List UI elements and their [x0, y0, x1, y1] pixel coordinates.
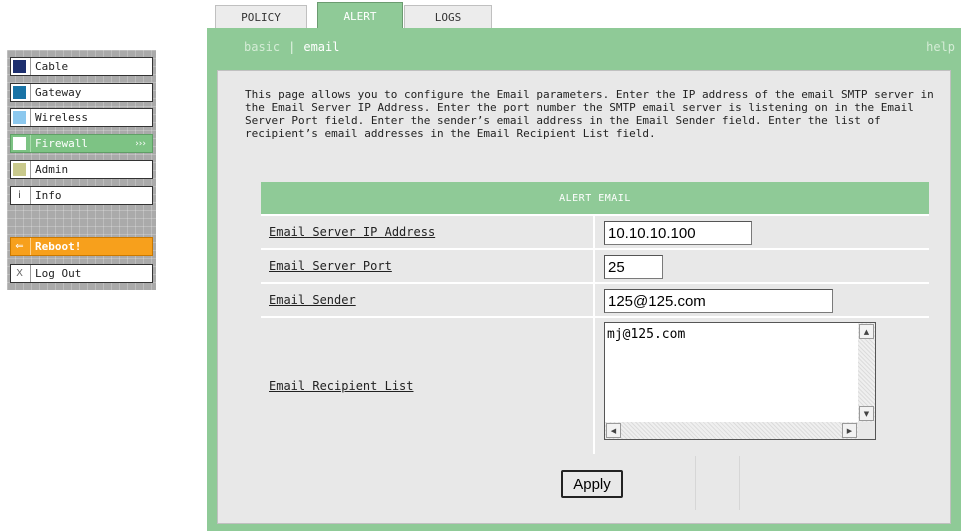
info-icon: i: [18, 190, 21, 201]
nav-item-firewall[interactable]: Firewall ›››: [10, 134, 153, 153]
help-link[interactable]: help: [926, 40, 955, 54]
vertical-scrollbar[interactable]: ▲ ▼: [858, 323, 875, 422]
recipient-list-text: mj@125.com: [607, 327, 686, 342]
table-cell: [595, 284, 929, 316]
scroll-up-icon[interactable]: ▲: [859, 324, 874, 339]
email-sender-input[interactable]: [604, 289, 833, 313]
tab-logs[interactable]: LOGS: [404, 5, 492, 28]
table-row: Email Server IP Address: [261, 216, 593, 248]
button-row: Apply: [261, 456, 929, 510]
firewall-square-icon: [13, 137, 26, 150]
email-server-ip-input[interactable]: [604, 221, 752, 245]
nav-label: Firewall: [30, 135, 135, 152]
email-recipient-list-label[interactable]: Email Recipient List: [269, 379, 414, 393]
nav-item-logout[interactable]: X Log Out: [10, 264, 153, 283]
nav-label: Log Out: [30, 265, 152, 282]
sidebar-nav: Cable Gateway Wireless Firewall ››› Admi…: [7, 50, 156, 290]
table-cell: mj@125.com ▲ ▼ ◀ ▶: [595, 318, 929, 454]
chevrons-right-icon: ›››: [135, 138, 146, 149]
subnav: basic | email: [244, 40, 339, 54]
table-row: Email Server Port: [261, 250, 593, 282]
nav-item-admin[interactable]: Admin: [10, 160, 153, 179]
nav-label: Cable: [30, 58, 152, 75]
scroll-down-icon[interactable]: ▼: [859, 406, 874, 421]
table-title: ALERT EMAIL: [261, 182, 929, 214]
subnav-email-link[interactable]: email: [303, 40, 339, 54]
nav-item-info[interactable]: i Info: [10, 186, 153, 205]
table-row: Email Recipient List: [261, 318, 593, 454]
email-server-port-input[interactable]: [604, 255, 663, 279]
wireless-square-icon: [13, 111, 26, 124]
scrollbar-corner: [858, 422, 875, 439]
email-server-port-label[interactable]: Email Server Port: [269, 259, 392, 273]
email-sender-label[interactable]: Email Sender: [269, 293, 356, 307]
divider: [739, 456, 740, 510]
nav-item-gateway[interactable]: Gateway: [10, 83, 153, 102]
subnav-basic-link[interactable]: basic: [244, 40, 280, 54]
divider: [695, 456, 696, 510]
admin-square-icon: [13, 163, 26, 176]
nav-label: Reboot!: [30, 238, 152, 255]
scroll-right-icon[interactable]: ▶: [842, 423, 857, 438]
page-description: This page allows you to configure the Em…: [245, 88, 934, 140]
nav-label: Wireless: [30, 109, 152, 126]
reboot-icon: ⇐: [15, 241, 24, 252]
gateway-square-icon: [13, 86, 26, 99]
alert-email-table: ALERT EMAIL Email Server IP Address Emai…: [261, 182, 929, 454]
table-row: Email Sender: [261, 284, 593, 316]
close-icon: X: [16, 268, 23, 279]
nav-item-reboot[interactable]: ⇐ Reboot!: [10, 237, 153, 256]
content-area: This page allows you to configure the Em…: [217, 70, 951, 524]
email-server-ip-label[interactable]: Email Server IP Address: [269, 225, 435, 239]
email-recipient-list-textarea[interactable]: mj@125.com ▲ ▼ ◀ ▶: [604, 322, 876, 440]
tab-policy[interactable]: POLICY: [215, 5, 307, 28]
nav-label: Admin: [30, 161, 152, 178]
tab-alert[interactable]: ALERT: [317, 2, 403, 29]
table-cell: [595, 216, 929, 248]
scroll-left-icon[interactable]: ◀: [606, 423, 621, 438]
nav-item-cable[interactable]: Cable: [10, 57, 153, 76]
nav-label: Info: [30, 187, 152, 204]
cable-square-icon: [13, 60, 26, 73]
nav-item-wireless[interactable]: Wireless: [10, 108, 153, 127]
subnav-separator: |: [288, 40, 296, 54]
horizontal-scrollbar[interactable]: ◀ ▶: [605, 422, 858, 439]
nav-label: Gateway: [30, 84, 152, 101]
main-panel: basic | email help This page allows you to…: [207, 28, 961, 531]
apply-button[interactable]: Apply: [561, 470, 623, 498]
table-cell: [595, 250, 929, 282]
